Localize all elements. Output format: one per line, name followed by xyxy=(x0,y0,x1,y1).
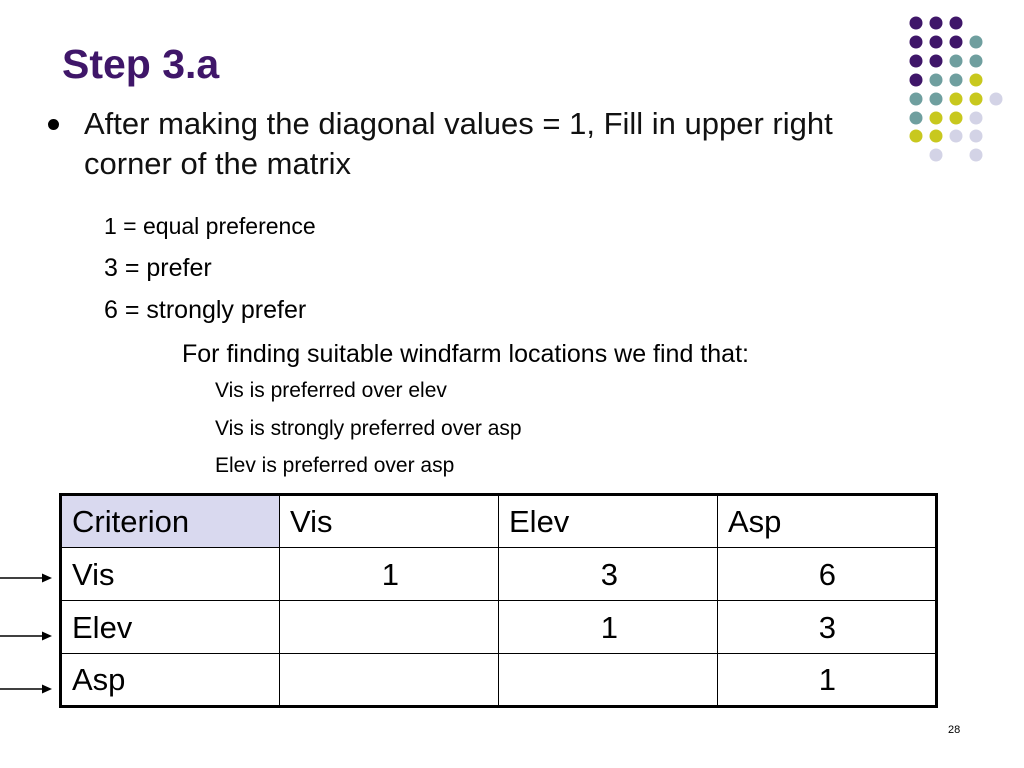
matrix-cell xyxy=(279,653,499,707)
findings-intro: For finding suitable windfarm locations … xyxy=(182,340,749,368)
scale-line-equal: 1 = equal preference xyxy=(104,213,316,239)
slide-title: Step 3.a xyxy=(62,41,220,87)
bullet-dot-icon xyxy=(48,119,59,130)
row-arrow-asp-icon xyxy=(0,684,52,694)
matrix-cell: 6 xyxy=(717,547,937,601)
finding-elev-asp: Elev is preferred over asp xyxy=(215,454,455,477)
matrix-cell: 1 xyxy=(498,600,718,654)
finding-vis-elev: Vis is preferred over elev xyxy=(215,379,447,402)
row-label: Asp xyxy=(60,653,280,707)
bullet-text: After making the diagonal values = 1, Fi… xyxy=(84,106,833,181)
matrix-header-row: Criterion Vis Elev Asp xyxy=(60,494,937,548)
slide-number: 28 xyxy=(948,724,961,736)
row-label: Elev xyxy=(60,600,280,654)
matrix-cell: 3 xyxy=(498,547,718,601)
matrix-cell: 3 xyxy=(717,600,937,654)
matrix-row-elev: Elev 1 3 xyxy=(60,600,937,654)
row-arrow-elev-icon xyxy=(0,631,52,641)
comparison-matrix: Criterion Vis Elev Asp Vis 1 3 6 Elev 1 … xyxy=(59,493,938,708)
scale-line-strongly-prefer: 6 = strongly prefer xyxy=(104,296,307,324)
row-label: Vis xyxy=(60,547,280,601)
decorative-dot-grid-icon xyxy=(909,16,1003,162)
matrix-row-vis: Vis 1 3 6 xyxy=(60,547,937,601)
matrix-row-asp: Asp 1 xyxy=(60,653,937,707)
header-cell-elev: Elev xyxy=(498,494,718,548)
matrix-cell: 1 xyxy=(717,653,937,707)
matrix-cell xyxy=(279,600,499,654)
header-cell-vis: Vis xyxy=(279,494,499,548)
header-cell-asp: Asp xyxy=(717,494,937,548)
row-arrow-vis-icon xyxy=(0,573,52,583)
header-cell-criterion: Criterion xyxy=(60,494,280,548)
matrix-cell xyxy=(498,653,718,707)
scale-line-prefer: 3 = prefer xyxy=(104,254,212,282)
matrix-cell: 1 xyxy=(279,547,499,601)
finding-vis-asp: Vis is strongly preferred over asp xyxy=(215,417,522,440)
